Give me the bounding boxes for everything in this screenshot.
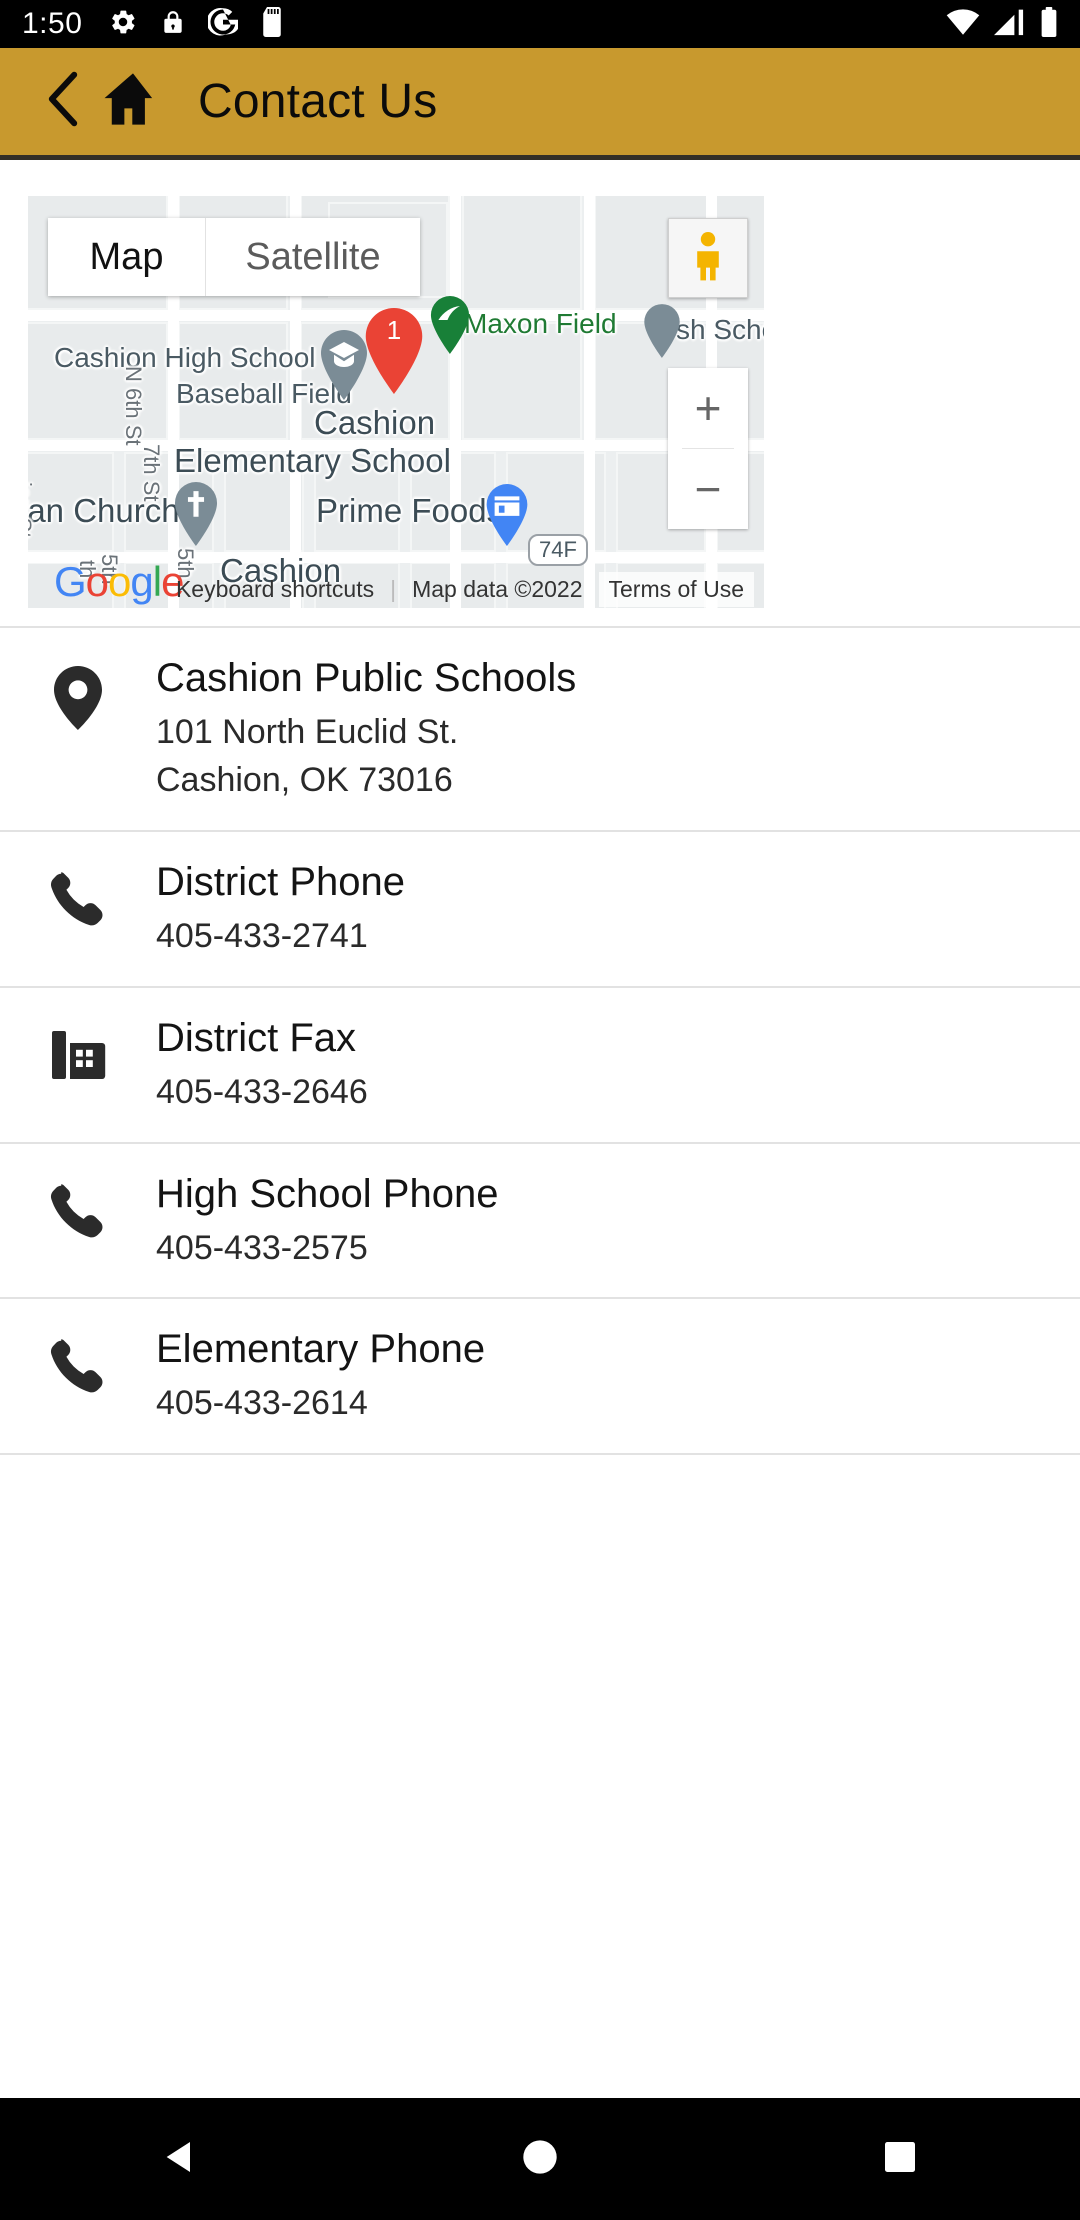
list-item-line-1: 405-433-2575 bbox=[156, 1228, 368, 1267]
map-label-sh-school: sh Scho bbox=[676, 314, 764, 345]
map-widget[interactable]: Map Satellite + − Cashion High School Ba… bbox=[28, 196, 764, 608]
list-divider-bottom bbox=[0, 1453, 1080, 1456]
map-zoom-controls[interactable]: + − bbox=[668, 368, 748, 529]
nav-recents-square-icon bbox=[882, 2139, 918, 2180]
nav-recents-button[interactable] bbox=[840, 2098, 960, 2220]
map-label-maxon-field: Maxon Field bbox=[464, 308, 617, 339]
nav-back-triangle-icon bbox=[160, 2137, 200, 2182]
google-g-icon bbox=[207, 7, 241, 42]
list-item-address[interactable]: Cashion Public Schools 101 North Euclid … bbox=[0, 628, 1080, 830]
list-item-text: District Phone 405-433-2741 bbox=[156, 858, 445, 960]
map-type-tabs[interactable]: Map Satellite bbox=[48, 218, 420, 296]
phone-icon bbox=[0, 1325, 156, 1395]
list-item-title: District Phone bbox=[156, 859, 405, 904]
nav-home-button[interactable] bbox=[480, 2098, 600, 2220]
list-item-text: High School Phone 405-433-2575 bbox=[156, 1170, 538, 1272]
list-item-elementary-phone[interactable]: Elementary Phone 405-433-2614 bbox=[0, 1299, 1080, 1453]
status-bar-clock: 1:50 bbox=[22, 7, 83, 40]
keyboard-shortcuts-link[interactable]: Keyboard shortcuts bbox=[176, 576, 374, 603]
fax-icon bbox=[0, 1014, 156, 1084]
map-label-cashion-high-school: Cashion High School bbox=[54, 342, 316, 373]
status-bar: 1:50 bbox=[0, 0, 1080, 48]
gear-icon bbox=[108, 7, 138, 42]
map-footer: Google Keyboard shortcuts | Map data ©20… bbox=[28, 558, 764, 608]
list-item-line-2: Cashion, OK 73016 bbox=[156, 760, 453, 799]
map-label-prime-foods: Prime Foods bbox=[316, 492, 504, 529]
zoom-out-button[interactable]: − bbox=[668, 449, 748, 529]
school-marker-right[interactable] bbox=[642, 304, 682, 358]
tab-satellite[interactable]: Satellite bbox=[206, 218, 420, 296]
battery-icon bbox=[1040, 6, 1058, 42]
list-item-text: District Fax 405-433-2646 bbox=[156, 1014, 408, 1116]
list-item-line-1: 101 North Euclid St. bbox=[156, 713, 459, 751]
page-content: Map Satellite + − Cashion High School Ba… bbox=[0, 160, 1080, 2093]
church-marker[interactable] bbox=[172, 482, 220, 546]
terms-of-use-link[interactable]: Terms of Use bbox=[598, 571, 754, 607]
attrib-separator-1: | bbox=[390, 575, 397, 602]
map-canvas[interactable]: Map Satellite + − Cashion High School Ba… bbox=[28, 196, 764, 608]
wifi-icon bbox=[946, 7, 980, 42]
list-item-title: Cashion Public Schools bbox=[156, 656, 577, 700]
list-item-text: Cashion Public Schools 101 North Euclid … bbox=[156, 654, 616, 804]
marker-number-label: 1 bbox=[386, 315, 402, 345]
contact-list: Cashion Public Schools 101 North Euclid … bbox=[0, 626, 1080, 1456]
home-button[interactable] bbox=[102, 71, 164, 132]
back-button[interactable] bbox=[42, 71, 84, 132]
list-item-line-1: 405-433-2646 bbox=[156, 1072, 368, 1111]
status-bar-notification-icons bbox=[108, 6, 284, 42]
nav-home-circle-icon bbox=[520, 2137, 560, 2182]
list-item-district-phone[interactable]: District Phone 405-433-2741 bbox=[0, 832, 1080, 986]
status-bar-system-icons bbox=[946, 6, 1058, 42]
map-label-7th-st: 7th St bbox=[139, 444, 164, 502]
list-item-text: Elementary Phone 405-433-2614 bbox=[156, 1325, 525, 1427]
map-label-elementary-school: Elementary School bbox=[174, 442, 451, 479]
zoom-in-button[interactable]: + bbox=[668, 368, 748, 448]
phone-icon bbox=[0, 1170, 156, 1240]
map-label-cashion-town: Cashion bbox=[314, 404, 436, 441]
list-item-district-fax[interactable]: District Fax 405-433-2646 bbox=[0, 988, 1080, 1142]
list-item-title: District Fax bbox=[156, 1015, 356, 1060]
app-bar: Contact Us bbox=[0, 48, 1080, 160]
cellular-signal-icon bbox=[994, 7, 1026, 42]
park-marker[interactable] bbox=[428, 296, 472, 354]
list-item-line-1: 405-433-2614 bbox=[156, 1384, 368, 1423]
street-view-pegman-button[interactable] bbox=[668, 218, 748, 298]
numbered-result-marker-1[interactable]: 1 bbox=[362, 308, 426, 394]
list-item-line-1: 405-433-2741 bbox=[156, 916, 368, 955]
street-view-pegman-icon bbox=[686, 230, 730, 287]
home-icon bbox=[102, 71, 164, 132]
sd-card-icon bbox=[260, 6, 284, 42]
map-data-text: Map data ©2022 bbox=[412, 575, 583, 602]
map-label-ian-st: ian St bbox=[28, 482, 36, 539]
back-chevron-icon bbox=[46, 71, 80, 132]
nav-back-button[interactable] bbox=[120, 2098, 240, 2220]
page-title: Contact Us bbox=[198, 75, 438, 128]
phone-icon bbox=[0, 858, 156, 928]
map-attribution: Keyboard shortcuts | Map data ©2022 Term… bbox=[162, 570, 764, 608]
list-item-title: High School Phone bbox=[156, 1171, 499, 1216]
list-item-high-school-phone[interactable]: High School Phone 405-433-2575 bbox=[0, 1144, 1080, 1298]
android-navigation-bar bbox=[0, 2098, 1080, 2220]
store-marker[interactable] bbox=[484, 484, 530, 546]
list-item-title: Elementary Phone bbox=[156, 1327, 486, 1372]
lock-icon bbox=[160, 7, 186, 42]
location-pin-icon bbox=[0, 654, 156, 730]
tab-map[interactable]: Map bbox=[48, 218, 206, 296]
map-label-n-6th-st: N 6th St bbox=[121, 366, 146, 446]
map-label-highway-74f: 74F bbox=[528, 534, 588, 566]
